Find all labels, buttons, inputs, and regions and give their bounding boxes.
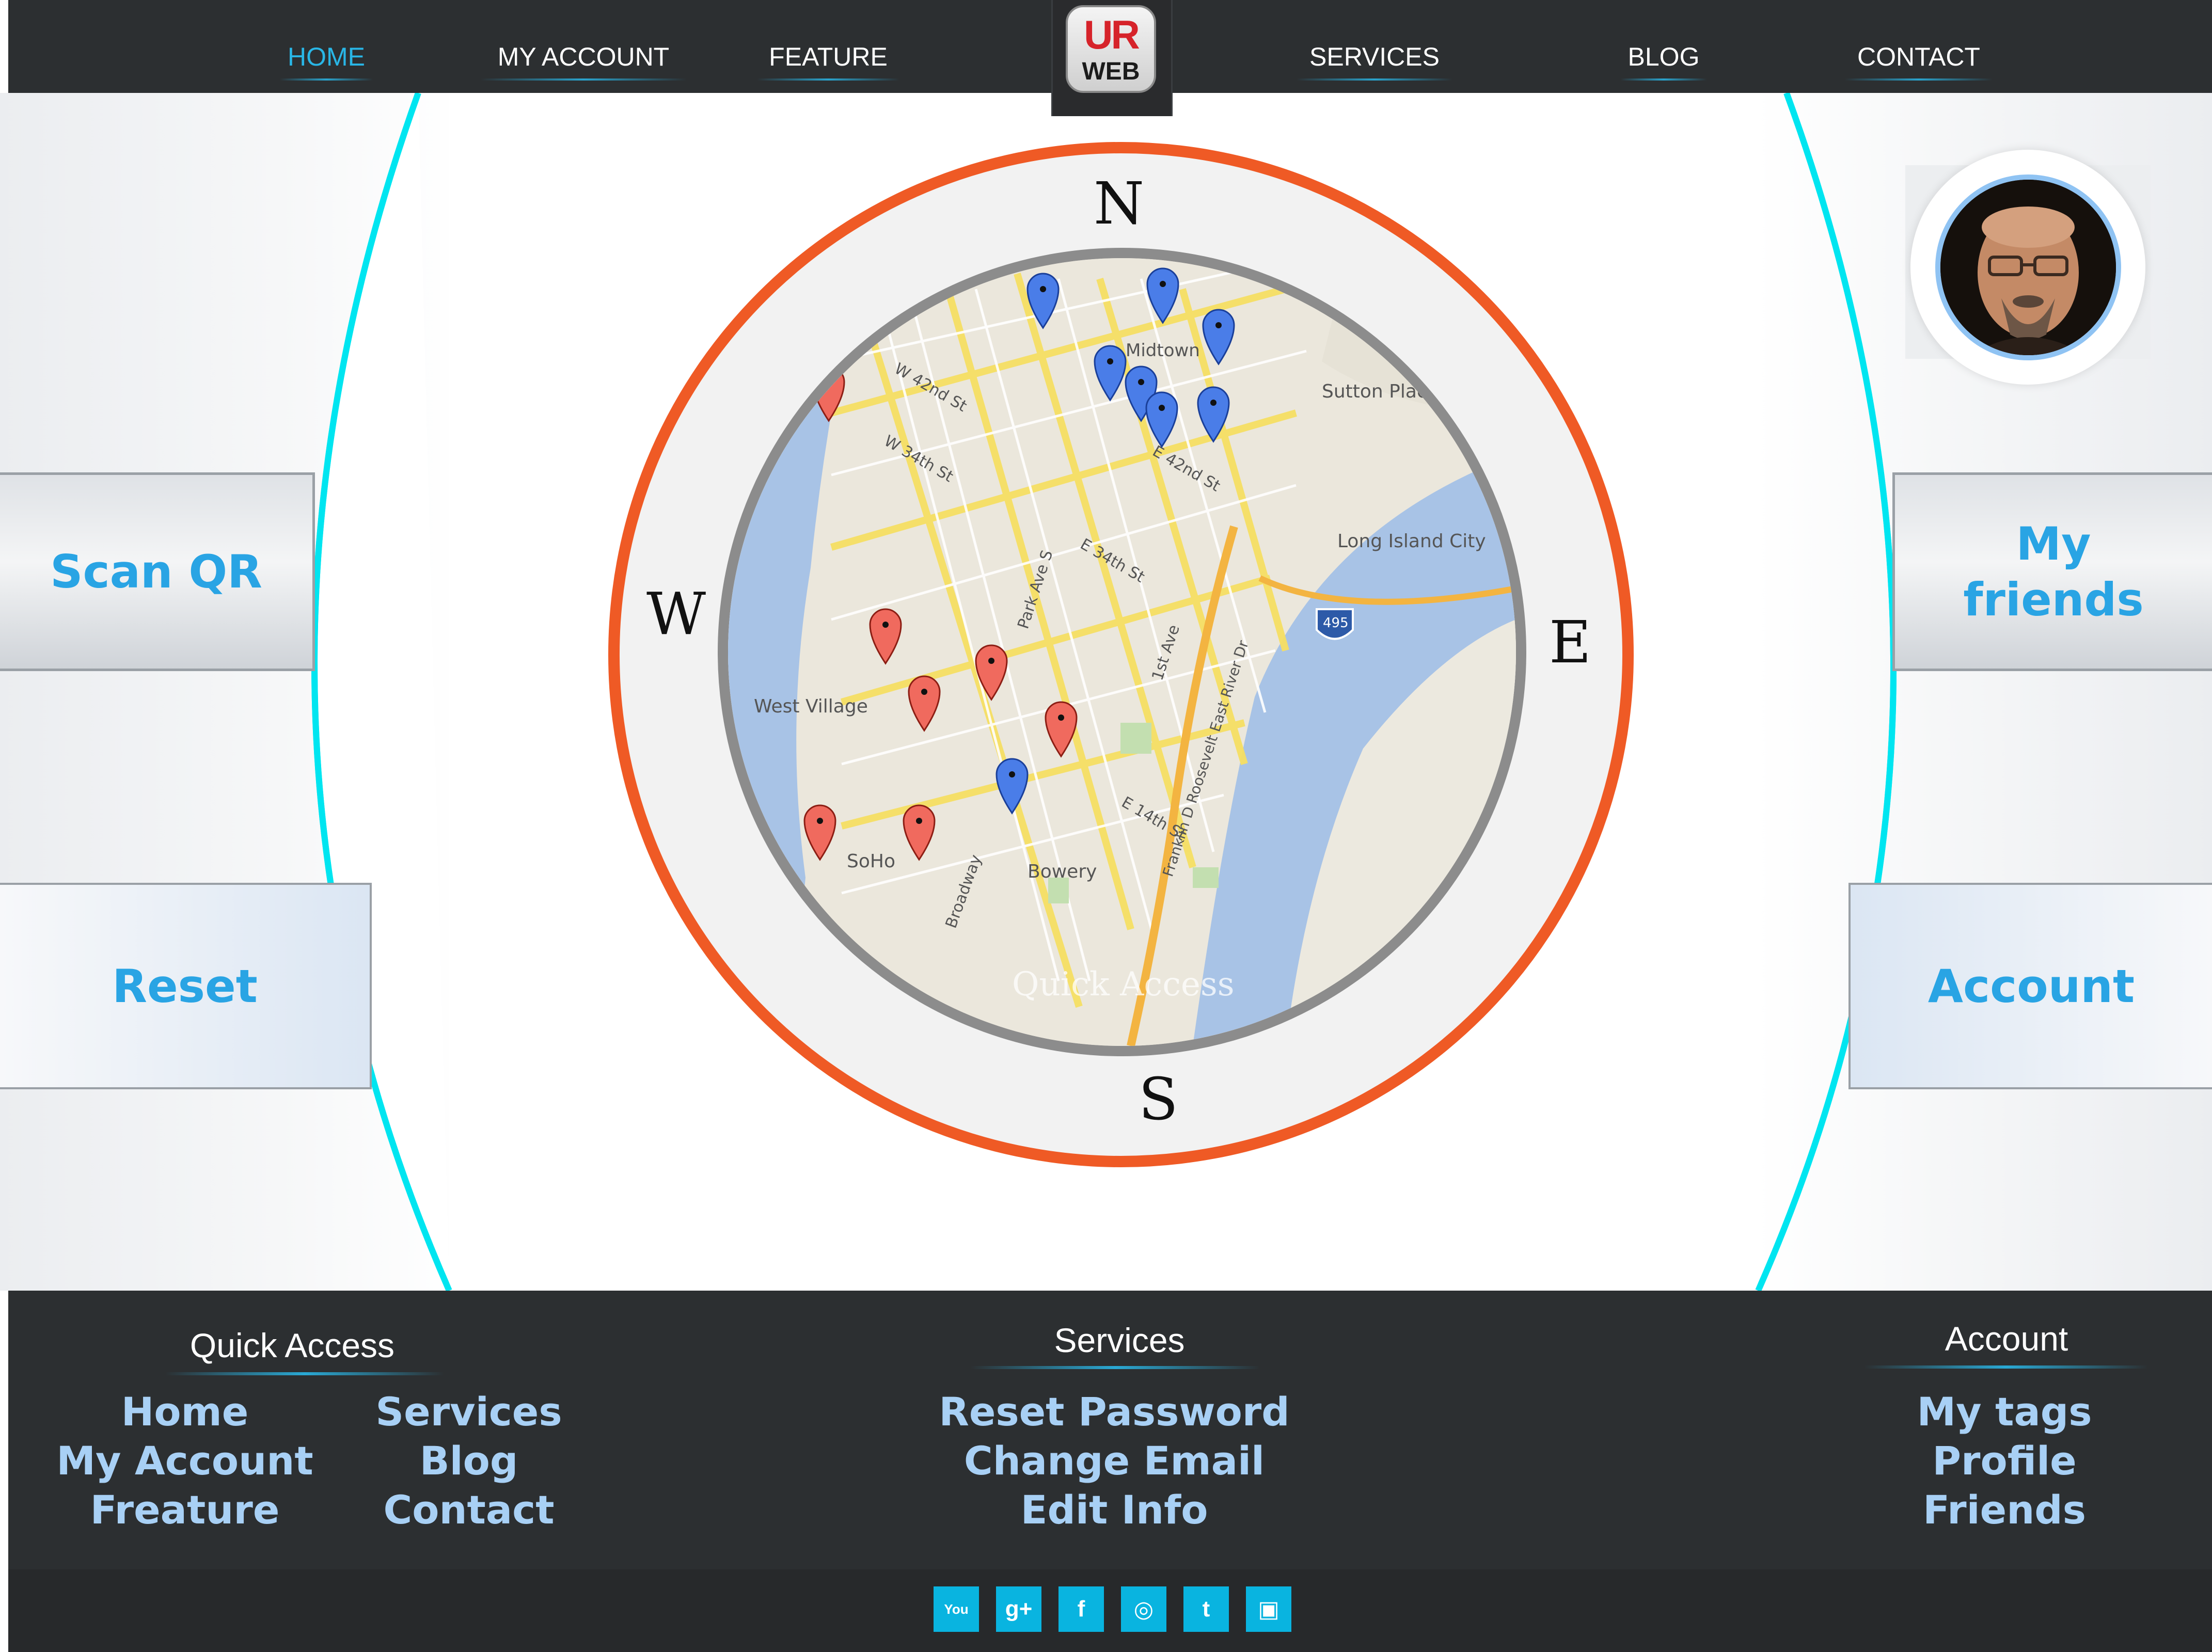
google-plus-icon[interactable]: g+ — [996, 1586, 1041, 1632]
footer-link-edit-info[interactable]: Edit Info — [1021, 1487, 1208, 1533]
footer-link-contact[interactable]: Contact — [383, 1487, 554, 1533]
map-label-i495: 495 — [1323, 615, 1349, 631]
my-friends-label-line2: friends — [1963, 573, 2144, 626]
footer-account-title: Account — [1945, 1320, 2068, 1358]
nav-my-account[interactable]: MY ACCOUNT — [480, 36, 687, 81]
user-portrait-icon — [1940, 180, 2116, 355]
footer-title-underline — [1864, 1365, 2148, 1369]
logo-text: WEB — [1082, 58, 1140, 85]
footer-link-reset-password[interactable]: Reset Password — [939, 1389, 1289, 1435]
social-bar — [8, 1569, 2212, 1652]
account-button[interactable]: Account — [1848, 883, 2212, 1089]
profile-card — [1905, 150, 2151, 385]
map-label-long-island-city: Long Island City — [1337, 531, 1486, 552]
avatar[interactable] — [1935, 174, 2121, 360]
footer-link-friends[interactable]: Friends — [1923, 1487, 2086, 1533]
account-label: Account — [1927, 959, 2135, 1013]
nav-contact[interactable]: CONTACT — [1845, 36, 1993, 81]
footer-link-services[interactable]: Services — [375, 1389, 562, 1435]
nav-home[interactable]: HOME — [280, 36, 373, 81]
footer-services-title: Services — [1054, 1321, 1185, 1359]
site-logo[interactable]: UR WEB — [1051, 0, 1173, 116]
compass-east-label: E — [1549, 609, 1591, 676]
map-canvas: Midtown Sutton Place Long Island City We… — [728, 258, 1516, 1046]
reset-button[interactable]: Reset — [0, 883, 372, 1089]
instagram-icon[interactable]: ▣ — [1246, 1586, 1291, 1632]
footer-link-my-account[interactable]: My Account — [56, 1438, 313, 1484]
map-label-sutton-place: Sutton Place — [1322, 381, 1439, 402]
compass-north-label: N — [1094, 170, 1144, 237]
twitter-icon[interactable]: t — [1183, 1586, 1229, 1632]
youtube-icon[interactable]: You — [934, 1586, 979, 1632]
facebook-icon[interactable]: f — [1058, 1586, 1104, 1632]
avatar-frame — [1910, 150, 2145, 385]
map-label-west-village: West Village — [754, 696, 868, 717]
nav-blog[interactable]: BLOG — [1620, 36, 1707, 81]
map-label-midtown: Midtown — [1126, 340, 1200, 361]
compass-south-label: S — [1139, 1066, 1178, 1133]
map-label-soho: SoHo — [847, 851, 895, 872]
my-friends-button[interactable]: My friends — [1892, 472, 2212, 671]
footer-link-freature[interactable]: Freature — [90, 1487, 280, 1533]
city-map[interactable]: Midtown Sutton Place Long Island City We… — [718, 248, 1526, 1056]
footer-link-profile[interactable]: Profile — [1932, 1438, 2076, 1484]
compass-west-label: W — [646, 581, 706, 648]
my-friends-label-line1: My — [2016, 517, 2091, 570]
dribbble-icon[interactable]: ◎ — [1121, 1586, 1166, 1632]
footer-link-my-tags[interactable]: My tags — [1917, 1389, 2092, 1435]
footer-title-underline — [971, 1366, 1260, 1369]
footer-link-blog[interactable]: Blog — [420, 1438, 518, 1484]
nav-feature[interactable]: FEATURE — [757, 36, 899, 81]
footer-title-underline — [165, 1372, 444, 1375]
nav-services[interactable]: SERVICES — [1296, 36, 1453, 81]
footer-quick-access-title: Quick Access — [189, 1326, 395, 1364]
reset-label: Reset — [112, 959, 258, 1013]
footer-link-home[interactable]: Home — [121, 1389, 249, 1435]
map-overlay-caption: Quick Access — [1012, 965, 1235, 1004]
logo-badge: UR WEB — [1066, 5, 1156, 93]
logo-mark: UR — [1084, 12, 1140, 57]
map-label-bowery: Bowery — [1028, 861, 1097, 882]
footer-link-change-email[interactable]: Change Email — [964, 1438, 1265, 1484]
scan-qr-label: Scan QR — [50, 545, 262, 598]
scan-qr-button[interactable]: Scan QR — [0, 472, 315, 671]
